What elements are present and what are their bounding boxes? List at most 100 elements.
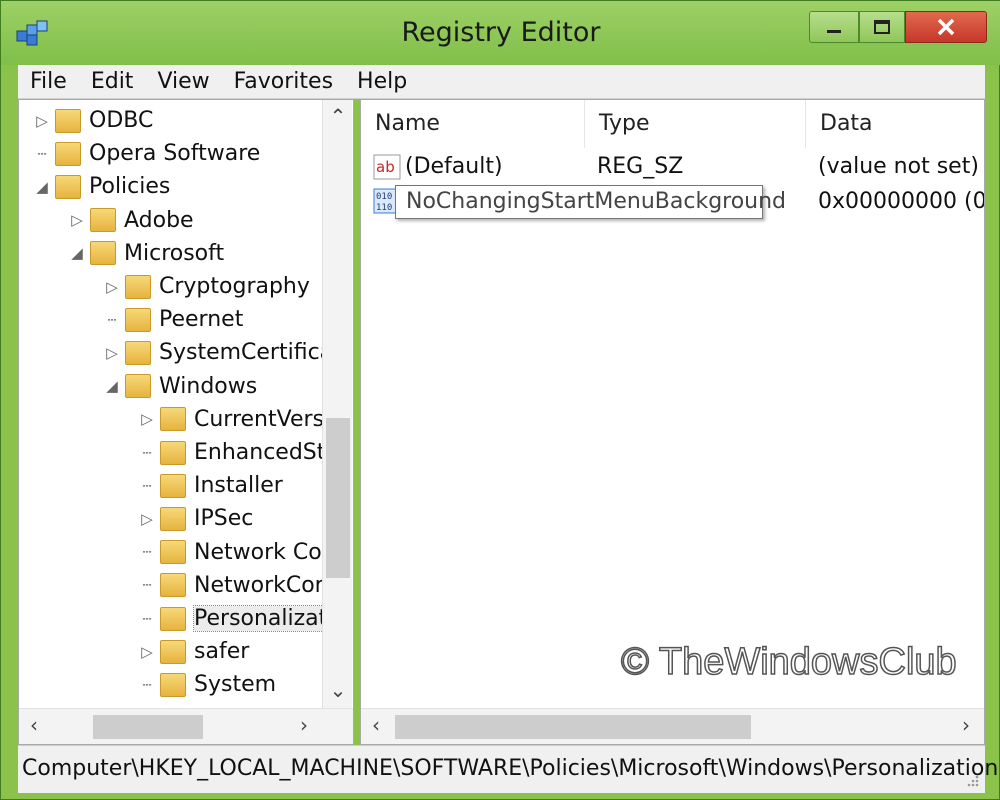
tree-connector: ┄ (142, 543, 152, 562)
folder-icon (160, 606, 186, 631)
tree-vertical-scrollbar[interactable]: ⌃ ⌄ (322, 100, 352, 708)
tree-item-label: SystemCertificat (159, 340, 342, 366)
tree-item[interactable]: ┄ EnhancedSto (138, 436, 339, 469)
folder-icon (160, 672, 186, 697)
menu-favorites[interactable]: Favorites (222, 69, 345, 94)
folder-icon (125, 340, 151, 365)
tree-item[interactable]: ▷ CurrentVersi (138, 403, 330, 436)
menu-help[interactable]: Help (345, 69, 419, 94)
tree-item[interactable]: ▷ IPSec (138, 502, 253, 535)
folder-icon (90, 241, 116, 266)
column-header-name[interactable]: Name (361, 100, 585, 148)
tree-item[interactable]: ▷ safer (138, 635, 249, 668)
folder-icon (125, 274, 151, 299)
close-icon (937, 18, 955, 36)
collapsed-arrow-icon[interactable]: ▷ (33, 112, 51, 130)
status-bar: Computer\HKEY_LOCAL_MACHINE\SOFTWARE\Pol… (18, 745, 998, 793)
scroll-right-icon[interactable]: › (293, 713, 315, 737)
tree-hscroll-thumb[interactable] (93, 715, 203, 739)
key-tree-pane[interactable]: ▷ ODBC ┄ Opera Software ◢ Policies ▷ Adobe ◢ Micr… (18, 99, 354, 745)
svg-text:110: 110 (376, 203, 392, 213)
tree-item[interactable]: ┄ Personalizat (138, 602, 329, 635)
value-data: 0x00000000 (0) (818, 189, 985, 214)
scroll-up-icon[interactable]: ⌃ (327, 104, 349, 128)
value-name: (Default) (405, 154, 503, 179)
tree-item-label: Policies (89, 174, 171, 200)
tree-item-label: Opera Software (89, 141, 261, 167)
folder-icon (125, 374, 151, 399)
tree-connector: ┄ (37, 144, 47, 163)
title-bar[interactable]: Registry Editor (1, 1, 1000, 65)
folder-icon (125, 307, 151, 332)
tree-item-label: ODBC (89, 108, 154, 133)
scroll-left-icon[interactable]: ‹ (23, 713, 45, 737)
tree-item-label: Personalizat (192, 605, 329, 632)
collapsed-arrow-icon[interactable]: ▷ (103, 344, 121, 362)
expanded-arrow-icon[interactable]: ◢ (33, 178, 51, 196)
value-type: REG_SZ (597, 154, 684, 179)
folder-icon (55, 141, 81, 166)
scroll-right-icon[interactable]: › (955, 713, 977, 737)
tree-item[interactable]: ◢ Policies (33, 170, 170, 203)
menu-file[interactable]: File (18, 69, 79, 94)
tree-item[interactable]: ▷ Adobe (68, 204, 193, 237)
resize-grip-icon[interactable] (965, 773, 979, 787)
tree-item-label: EnhancedSto (194, 440, 339, 465)
column-header-type[interactable]: Type (585, 100, 806, 148)
minimize-button[interactable] (809, 11, 859, 43)
tree-item[interactable]: ┄ System (138, 668, 276, 701)
watermark: © TheWindowsClub (620, 640, 957, 684)
expanded-arrow-icon[interactable]: ◢ (103, 377, 121, 395)
folder-icon (160, 473, 186, 498)
tree-item-label: Cryptography (159, 274, 310, 299)
tree-item-label: Windows (159, 373, 258, 399)
tree-item[interactable]: ┄ Network Co (138, 536, 322, 569)
list-horizontal-scrollbar[interactable]: ‹ › (361, 708, 984, 744)
tree-connector: ┄ (107, 310, 117, 329)
collapsed-arrow-icon[interactable]: ▷ (103, 278, 121, 296)
collapsed-arrow-icon[interactable]: ▷ (138, 410, 156, 428)
collapsed-arrow-icon[interactable]: ▷ (138, 510, 156, 528)
folder-icon (160, 573, 186, 598)
menu-edit[interactable]: Edit (79, 69, 146, 94)
tree-item-label: Network Co (194, 539, 322, 565)
tree-item[interactable]: ┄ NetworkCor (138, 569, 323, 602)
tree-item-label: safer (194, 639, 250, 665)
tree-item[interactable]: ◢ Microsoft (68, 237, 224, 270)
minimize-icon (827, 30, 841, 33)
tree-connector: ┄ (142, 576, 152, 595)
tree-item[interactable]: ▷ Cryptography (103, 270, 310, 303)
tree-item-label: CurrentVersi (194, 406, 331, 432)
folder-icon (90, 208, 116, 233)
scroll-left-icon[interactable]: ‹ (365, 713, 387, 737)
tree-item[interactable]: ┄ Peernet (103, 303, 243, 336)
tree-item-label: System (194, 672, 277, 698)
status-path: Computer\HKEY_LOCAL_MACHINE\SOFTWARE\Pol… (22, 756, 999, 781)
menu-view[interactable]: View (145, 69, 221, 94)
tree-connector: ┄ (142, 675, 152, 694)
folder-icon (160, 540, 186, 565)
svg-text:ab: ab (376, 158, 395, 176)
tree-connector: ┄ (142, 609, 152, 628)
folder-icon (55, 174, 81, 199)
scroll-down-icon[interactable]: ⌄ (327, 678, 349, 702)
svg-text:010: 010 (376, 192, 392, 202)
tree-item[interactable]: ◢ Windows (103, 370, 257, 403)
list-hscroll-thumb[interactable] (395, 715, 751, 739)
value-name-tooltip: NoChangingStartMenuBackground (395, 185, 786, 219)
menu-bar: File Edit View Favorites Help (18, 65, 985, 99)
tree-item[interactable]: ▷ ODBC (33, 104, 153, 137)
value-data: (value not set) (818, 154, 979, 179)
tree-item[interactable]: ┄ Installer (138, 469, 282, 502)
collapsed-arrow-icon[interactable]: ▷ (68, 211, 86, 229)
tree-connector: ┄ (142, 443, 152, 462)
tree-horizontal-scrollbar[interactable]: ‹ › (19, 708, 353, 744)
column-header-data[interactable]: Data (806, 100, 984, 148)
maximize-button[interactable] (859, 11, 905, 43)
expanded-arrow-icon[interactable]: ◢ (68, 244, 86, 262)
tree-item[interactable]: ┄ Opera Software (33, 137, 260, 170)
tree-scroll-thumb[interactable] (326, 418, 350, 578)
collapsed-arrow-icon[interactable]: ▷ (138, 643, 156, 661)
tree-item[interactable]: ▷ SystemCertificat (103, 336, 342, 369)
close-button[interactable] (905, 11, 987, 43)
